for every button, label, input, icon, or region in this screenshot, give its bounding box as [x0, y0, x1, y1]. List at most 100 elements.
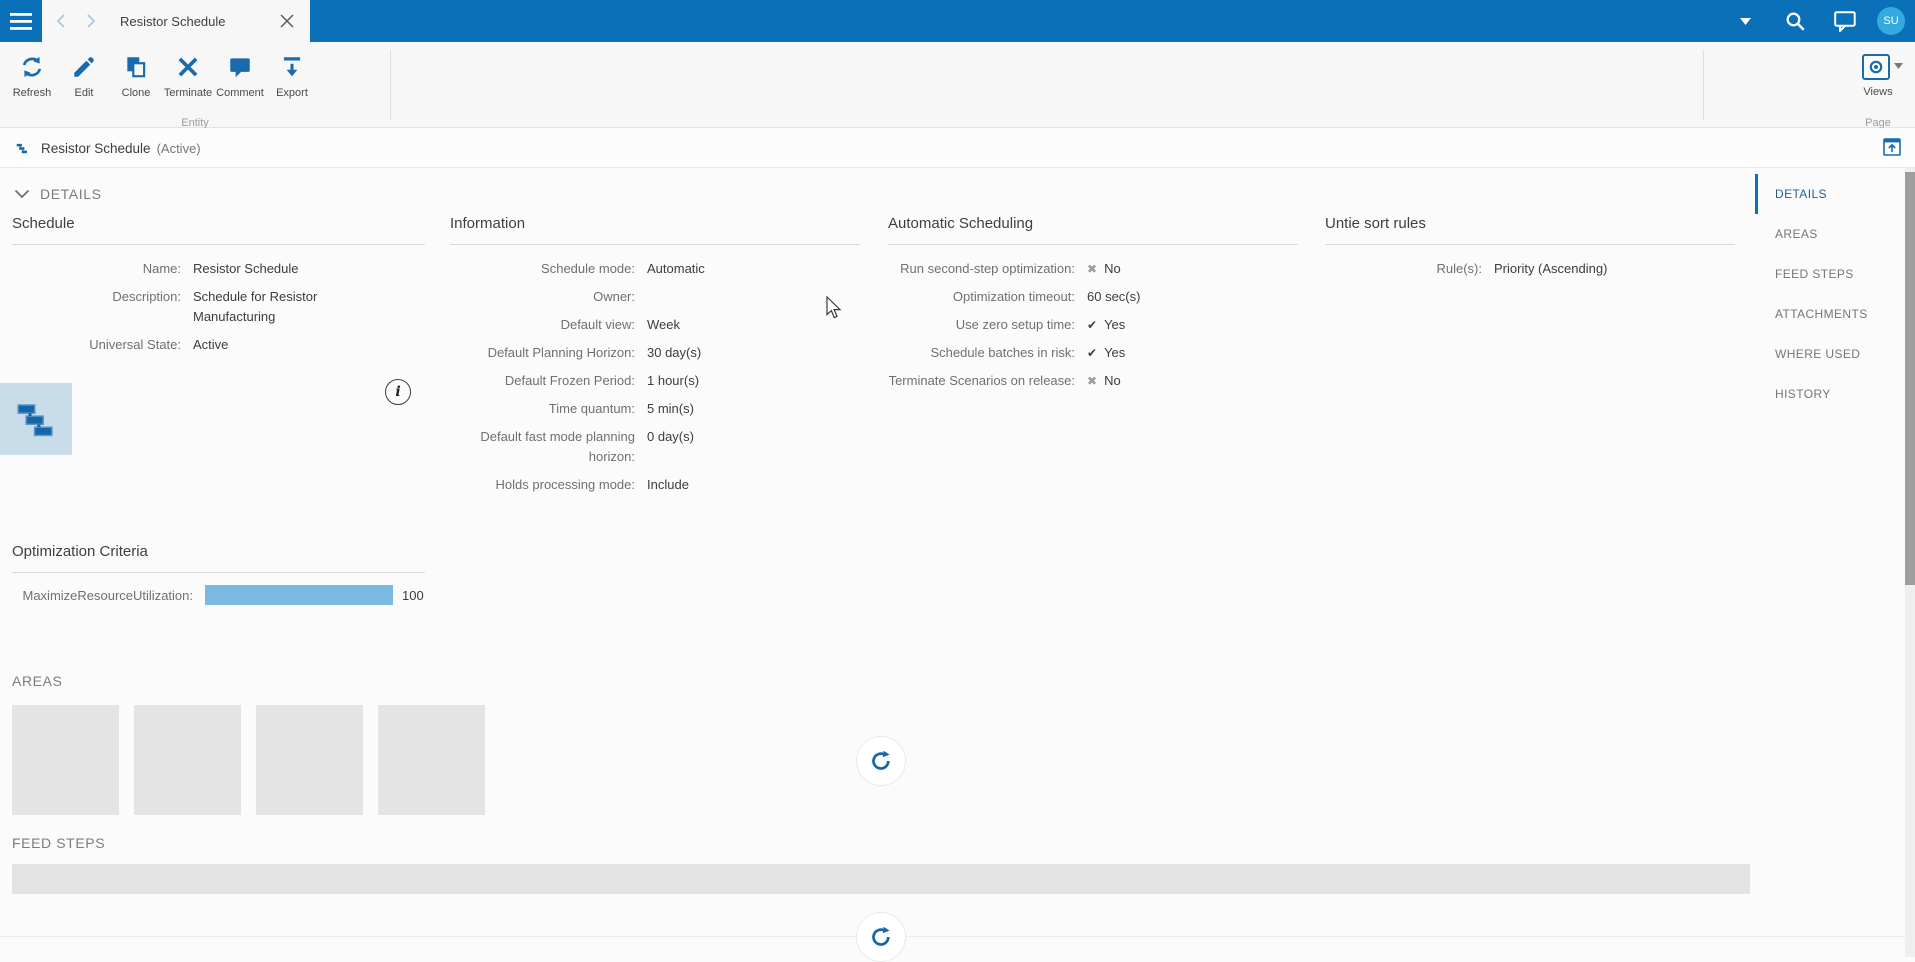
views-button[interactable] — [1862, 54, 1903, 80]
sidebar-item-where-used[interactable]: WHERE USED — [1755, 334, 1905, 374]
topbar-dropdown-button[interactable] — [1728, 0, 1762, 42]
vertical-scrollbar-thumb[interactable] — [1905, 172, 1915, 585]
sidebar-item-details[interactable]: DETAILS — [1755, 174, 1905, 214]
field-label: Default view: — [560, 317, 635, 332]
field-label: Name: — [142, 261, 181, 276]
button-label: Terminate — [163, 87, 213, 99]
field-value: Resistor Schedule — [193, 261, 299, 276]
top-app-bar: Resistor Schedule SU — [0, 0, 1915, 42]
feed-steps-placeholder-bar — [12, 864, 1750, 894]
tab-close-icon[interactable] — [280, 14, 294, 28]
automatic-scheduling-card: Automatic Scheduling Run second-step opt… — [888, 215, 1298, 399]
field-value: 5 min(s) — [647, 401, 694, 416]
field-label: Owner: — [593, 289, 635, 304]
forward-chevron-icon[interactable] — [82, 13, 98, 29]
check-icon: ✔ — [1087, 346, 1098, 360]
back-chevron-icon[interactable] — [54, 13, 70, 29]
field-label: Optimization timeout: — [952, 289, 1075, 304]
clone-button[interactable]: Clone — [110, 48, 162, 110]
field-label: Default fast mode planning horizon: — [480, 429, 635, 464]
clone-icon — [127, 57, 146, 78]
schedule-thumbnail — [0, 383, 72, 455]
field-value: 30 day(s) — [647, 345, 702, 360]
button-label: Comment — [216, 87, 264, 99]
chevron-down-icon — [1739, 17, 1751, 25]
area-placeholder-card — [256, 705, 363, 815]
toolbar-separator — [1703, 50, 1704, 120]
page-content: DETAILS Schedule Name: Resistor Schedule D… — [0, 168, 1905, 962]
field-value: Week — [647, 317, 680, 332]
sidebar-item-history[interactable]: HISTORY — [1755, 374, 1905, 414]
field-value: Priority (Ascending) — [1494, 261, 1608, 276]
user-avatar[interactable]: SU — [1877, 7, 1905, 35]
feed-steps-section-title: FEED STEPS — [12, 835, 106, 851]
cross-icon: ✖ — [1087, 262, 1098, 276]
field-value: Automatic — [647, 261, 705, 276]
chat-bubble-icon — [1834, 10, 1856, 32]
chevron-down-icon[interactable] — [1894, 63, 1903, 69]
field-label: Universal State: — [89, 337, 181, 352]
card-title: Untie sort rules — [1325, 215, 1735, 245]
export-button[interactable]: Export — [266, 48, 318, 110]
field-value: 1 hour(s) — [647, 373, 700, 388]
vertical-scrollbar-track[interactable] — [1905, 168, 1915, 957]
entity-header: Resistor Schedule (Active) — [0, 128, 1915, 168]
field-value: ✖ No — [1087, 261, 1121, 276]
area-placeholder-card — [12, 705, 119, 815]
field-label: Terminate Scenarios on release: — [888, 373, 1075, 388]
field-label: Default Frozen Period: — [504, 373, 635, 388]
section-divider — [0, 936, 1905, 937]
card-title: Information — [450, 215, 860, 245]
button-label: Export — [276, 87, 308, 99]
refresh-icon — [22, 56, 42, 78]
entity-state-badge: (Active) — [156, 140, 201, 156]
field-value: Schedule for Resistor Manufacturing — [193, 289, 318, 324]
areas-loading-spinner — [856, 736, 906, 786]
sidebar-item-feed-steps[interactable]: FEED STEPS — [1755, 254, 1905, 294]
untie-sort-rules-card: Untie sort rules Rule(s): Priority (Ascen… — [1325, 215, 1735, 287]
views-label: Views — [1863, 86, 1893, 98]
comment-button[interactable]: Comment — [214, 48, 266, 110]
information-fields: Schedule mode: Automatic Owner: Default vie… — [450, 259, 860, 495]
card-title: Schedule — [12, 215, 425, 245]
hamburger-icon — [10, 12, 32, 30]
area-placeholder-card — [378, 705, 485, 815]
loading-refresh-icon — [872, 750, 890, 770]
terminate-button[interactable]: Terminate — [162, 48, 214, 110]
search-icon — [1786, 12, 1805, 31]
criterion-label: MaximizeResourceUtilization: — [22, 587, 194, 603]
optimization-criteria-card: Optimization Criteria MaximizeResourceUt… — [12, 543, 425, 605]
expand-panel-icon[interactable] — [1883, 138, 1901, 156]
areas-section-title: AREAS — [12, 673, 63, 689]
entity-title: Resistor Schedule — [41, 140, 151, 156]
info-button[interactable]: i — [385, 379, 411, 405]
button-label: Edit — [74, 87, 94, 99]
hamburger-menu-button[interactable] — [0, 0, 42, 42]
terminate-x-icon — [178, 57, 198, 77]
sidebar-item-areas[interactable]: AREAS — [1755, 214, 1905, 254]
sidebar-item-attachments[interactable]: ATTACHMENTS — [1755, 294, 1905, 334]
toolbar-separator — [390, 50, 391, 120]
ribbon-toolbar: Refresh Edit Clone Terminate Comment Exp… — [0, 42, 1915, 129]
tab-resistor-schedule[interactable]: Resistor Schedule — [42, 0, 310, 42]
details-section-toggle[interactable]: DETAILS — [14, 186, 102, 202]
criterion-bar-fill — [205, 585, 393, 605]
criterion-bar-track — [205, 585, 393, 605]
field-label: Rule(s): — [1436, 261, 1482, 276]
feedback-button[interactable] — [1828, 0, 1862, 42]
automatic-scheduling-fields: Run second-step optimization: ✖ No Optimiza… — [888, 259, 1298, 391]
search-button[interactable] — [1778, 0, 1812, 42]
area-placeholder-card — [134, 705, 241, 815]
areas-placeholder-row — [12, 705, 500, 815]
section-nav: DETAILS AREAS FEED STEPS ATTACHMENTS WHERE U… — [1755, 174, 1905, 414]
tab-title: Resistor Schedule — [120, 13, 226, 29]
field-label: Schedule batches in risk: — [930, 345, 1075, 360]
button-label: Refresh — [12, 87, 52, 99]
button-label: Clone — [121, 87, 151, 99]
field-label: Schedule mode: — [541, 261, 635, 276]
edit-button[interactable]: Edit — [58, 48, 110, 110]
chevron-down-icon — [14, 189, 30, 199]
field-value: Active — [193, 337, 229, 352]
refresh-button[interactable]: Refresh — [6, 48, 58, 110]
field-value: ✖ No — [1087, 373, 1121, 388]
